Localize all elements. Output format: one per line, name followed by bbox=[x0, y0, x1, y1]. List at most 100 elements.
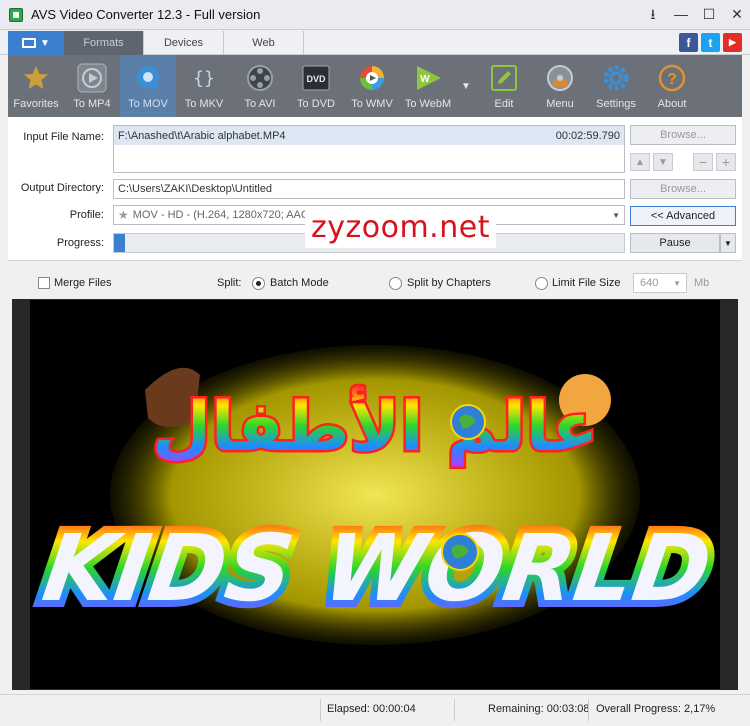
svg-text:W: W bbox=[420, 74, 430, 85]
mkv-icon: {} bbox=[189, 63, 219, 93]
to-dvd-button[interactable]: DVD To DVD bbox=[288, 55, 344, 117]
arrow-up-icon: ▲ bbox=[635, 156, 645, 168]
webm-icon: W bbox=[413, 63, 443, 93]
split-chapters-label: Split by Chapters bbox=[407, 277, 491, 289]
move-down-button[interactable]: ▼ bbox=[653, 153, 673, 171]
advanced-button[interactable]: << Advanced bbox=[630, 206, 736, 226]
input-file-row[interactable]: F:\Anashed\t\Arabic alphabet.MP4 00:02:5… bbox=[114, 126, 624, 145]
file-size-unit: Mb bbox=[694, 277, 710, 289]
social-links: f t ▶ bbox=[679, 33, 742, 52]
window-controls: ⭳ — ☐ ✕ bbox=[646, 6, 744, 22]
facebook-icon[interactable]: f bbox=[679, 33, 698, 52]
help-icon: ? bbox=[657, 63, 687, 93]
download-icon[interactable]: ⭳ bbox=[646, 6, 660, 22]
star-icon: ★ bbox=[118, 208, 129, 222]
status-separator bbox=[320, 699, 321, 721]
tab-strip: ▼ Formats Devices Web f t ▶ bbox=[0, 31, 750, 55]
input-file-duration: 00:02:59.790 bbox=[555, 129, 620, 142]
to-mkv-button[interactable]: {} To MKV bbox=[176, 55, 232, 117]
to-wmv-button[interactable]: To WMV bbox=[344, 55, 400, 117]
video-preview[interactable]: عالم الأطفال KIDS WORLD bbox=[30, 300, 725, 689]
app-icon bbox=[9, 7, 23, 22]
to-webm-button[interactable]: W To WebM bbox=[400, 55, 456, 117]
input-file-list[interactable]: F:\Anashed\t\Arabic alphabet.MP4 00:02:5… bbox=[113, 125, 625, 173]
about-button[interactable]: ? About bbox=[644, 55, 700, 117]
split-chapters-radio[interactable] bbox=[389, 277, 402, 290]
dvd-icon: DVD bbox=[301, 63, 331, 93]
tab-web[interactable]: Web bbox=[224, 31, 304, 55]
plus-icon: + bbox=[721, 154, 731, 170]
status-bar: Elapsed: 00:00:04 Remaining: 00:03:08 Ov… bbox=[0, 694, 750, 726]
overall-progress: Overall Progress: 2,17% bbox=[596, 703, 716, 715]
wmv-icon bbox=[357, 63, 387, 93]
add-file-button[interactable]: + bbox=[716, 153, 736, 171]
split-label: Split: bbox=[217, 277, 242, 289]
title-bar: AVS Video Converter 12.3 - Full version … bbox=[0, 0, 750, 30]
youtube-icon[interactable]: ▶ bbox=[723, 33, 742, 52]
tab-devices[interactable]: Devices bbox=[144, 31, 224, 55]
arrow-down-icon: ▼ bbox=[658, 156, 668, 168]
minimize-button[interactable]: — bbox=[674, 6, 688, 22]
options-row: Merge Files Split: Batch Mode Split by C… bbox=[8, 267, 742, 299]
minus-icon: − bbox=[698, 154, 708, 170]
edit-icon bbox=[489, 63, 519, 93]
more-formats-button[interactable]: ▼ bbox=[456, 55, 476, 117]
edit-button[interactable]: Edit bbox=[476, 55, 532, 117]
output-dir-field[interactable]: C:\Users\ZAKI\Desktop\Untitled bbox=[113, 179, 625, 199]
profile-label: Profile: bbox=[69, 209, 104, 221]
menu-disc-icon bbox=[545, 63, 575, 93]
kids-world-logo-image: عالم الأطفال KIDS WORLD bbox=[30, 345, 725, 645]
pause-button[interactable]: Pause bbox=[630, 233, 720, 253]
watermark-text: zyzoom.net bbox=[305, 208, 496, 248]
limit-size-radio[interactable] bbox=[535, 277, 548, 290]
to-mp4-button[interactable]: To MP4 bbox=[64, 55, 120, 117]
merge-files-checkbox[interactable] bbox=[38, 277, 50, 289]
menu-button[interactable]: Menu bbox=[532, 55, 588, 117]
batch-mode-radio[interactable] bbox=[252, 277, 265, 290]
input-browse-button[interactable]: Browse... bbox=[630, 125, 736, 145]
arabic-title-text: عالم الأطفال bbox=[152, 385, 598, 467]
input-file-path: F:\Anashed\t\Arabic alphabet.MP4 bbox=[118, 129, 286, 142]
close-button[interactable]: ✕ bbox=[730, 6, 744, 22]
preview-panel: عالم الأطفال KIDS WORLD bbox=[12, 299, 738, 690]
progress-fill bbox=[114, 234, 126, 252]
mp4-icon bbox=[77, 63, 107, 93]
pause-options-button[interactable]: ▼ bbox=[720, 233, 736, 253]
twitter-icon[interactable]: t bbox=[701, 33, 720, 52]
to-mov-button[interactable]: To MOV bbox=[120, 55, 176, 117]
remaining-time: Remaining: 00:03:08 bbox=[488, 703, 590, 715]
gear-icon bbox=[601, 63, 631, 93]
remove-file-button[interactable]: − bbox=[693, 153, 713, 171]
english-title-text: KIDS WORLD bbox=[37, 514, 718, 621]
conversion-toolbar: Favorites To MP4 To MOV {} To MKV To AVI… bbox=[8, 55, 742, 117]
tab-formats[interactable]: Formats bbox=[64, 31, 144, 55]
file-size-select[interactable]: 640 ▼ bbox=[633, 273, 687, 293]
menu-icon bbox=[22, 38, 37, 48]
svg-text:?: ? bbox=[667, 71, 677, 88]
maximize-button[interactable]: ☐ bbox=[702, 6, 716, 22]
main-menu-button[interactable]: ▼ bbox=[8, 31, 64, 55]
svg-text:{}: {} bbox=[193, 68, 215, 89]
star-icon bbox=[21, 63, 51, 93]
output-dir-label: Output Directory: bbox=[20, 182, 104, 194]
status-separator bbox=[454, 699, 455, 721]
to-avi-button[interactable]: To AVI bbox=[232, 55, 288, 117]
chevron-down-icon: ▼ bbox=[40, 37, 50, 49]
favorites-button[interactable]: Favorites bbox=[8, 55, 64, 117]
file-size-value: 640 bbox=[640, 277, 659, 289]
status-separator bbox=[588, 699, 589, 721]
window-title: AVS Video Converter 12.3 - Full version bbox=[31, 7, 261, 22]
batch-mode-label: Batch Mode bbox=[270, 277, 329, 289]
merge-files-label: Merge Files bbox=[54, 277, 112, 289]
avi-reel-icon bbox=[245, 63, 275, 93]
svg-text:DVD: DVD bbox=[306, 74, 326, 84]
chevron-down-icon: ▼ bbox=[724, 238, 732, 248]
settings-button[interactable]: Settings bbox=[588, 55, 644, 117]
limit-size-label: Limit File Size bbox=[552, 277, 621, 289]
mov-icon bbox=[133, 63, 163, 93]
output-browse-button[interactable]: Browse... bbox=[630, 179, 736, 199]
elapsed-time: Elapsed: 00:00:04 bbox=[327, 703, 416, 715]
progress-label: Progress: bbox=[56, 237, 104, 249]
chevron-down-icon: ▼ bbox=[612, 210, 620, 220]
move-up-button[interactable]: ▲ bbox=[630, 153, 650, 171]
